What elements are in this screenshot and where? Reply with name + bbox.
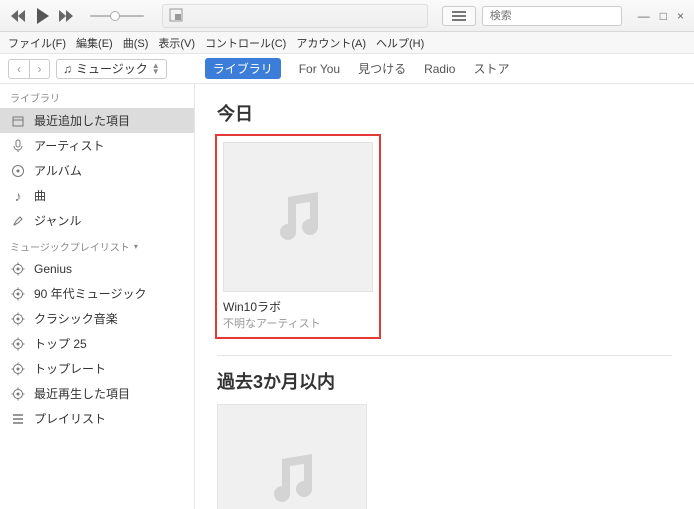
clock-icon — [10, 113, 26, 129]
close-button[interactable]: × — [677, 9, 684, 23]
sidebar-item[interactable]: ジャンル — [0, 208, 194, 233]
play-button[interactable] — [32, 6, 52, 26]
menu-song[interactable]: 曲(S) — [123, 35, 149, 51]
tab-store[interactable]: ストア — [473, 60, 509, 77]
sidebar-item[interactable]: ♪曲 — [0, 183, 194, 208]
gear-icon — [10, 286, 26, 302]
now-playing-display — [162, 4, 428, 28]
sidebar-item-label: 最近追加した項目 — [34, 112, 130, 129]
album-card[interactable]: Win10ラボ不明なアーティスト — [217, 136, 379, 337]
sidebar-item-label: 最近再生した項目 — [34, 385, 130, 402]
sidebar-item-label: アルバム — [34, 162, 82, 179]
chevron-updown-icon: ▲▼ — [152, 63, 160, 75]
gear-icon — [10, 386, 26, 402]
sidebar-item[interactable]: トップレート — [0, 356, 194, 381]
tab-radio[interactable]: Radio — [424, 62, 455, 76]
section-title: 今日 — [217, 100, 672, 126]
note-icon: ♪ — [10, 188, 26, 204]
sidebar-item-label: トップレート — [34, 360, 106, 377]
sidebar-item-label: トップ 25 — [34, 335, 87, 352]
gear-icon — [10, 361, 26, 377]
sidebar-item-label: ジャンル — [34, 212, 81, 229]
sidebar-item[interactable]: 90 年代ミュージック — [0, 281, 194, 306]
sub-nav: ‹ › ♫ ミュージック ▲▼ ライブラリ For You 見つける Radio… — [0, 54, 694, 84]
sidebar-item[interactable]: アーティスト — [0, 133, 194, 158]
sidebar-item[interactable]: クラシック音楽 — [0, 306, 194, 331]
search-input[interactable] — [482, 6, 622, 26]
sidebar: ライブラリ 最近追加した項目アーティストアルバム♪曲ジャンル ミュージックプレイ… — [0, 84, 195, 509]
menu-account[interactable]: アカウント(A) — [296, 35, 366, 51]
maximize-button[interactable]: □ — [660, 9, 667, 23]
menu-view[interactable]: 表示(V) — [158, 35, 195, 51]
mic-icon — [10, 138, 26, 154]
media-type-selector[interactable]: ♫ ミュージック ▲▼ — [56, 59, 167, 79]
prev-button[interactable] — [10, 8, 26, 24]
sidebar-section-library: ライブラリ — [0, 84, 194, 108]
nav-back-button[interactable]: ‹ — [9, 60, 29, 78]
list-view-button[interactable] — [442, 6, 476, 26]
album-title: Win10ラボ — [223, 298, 373, 315]
music-note-icon: ♫ — [63, 62, 72, 76]
gear-icon — [10, 311, 26, 327]
sidebar-item[interactable]: アルバム — [0, 158, 194, 183]
guitar-icon — [10, 213, 26, 229]
gear-icon — [10, 336, 26, 352]
sidebar-item[interactable]: トップ 25 — [0, 331, 194, 356]
sidebar-item-label: 曲 — [34, 187, 46, 204]
sidebar-item-label: Genius — [34, 262, 72, 276]
menu-bar: ファイル(F) 編集(E) 曲(S) 表示(V) コントロール(C) アカウント… — [0, 32, 694, 54]
sidebar-item[interactable]: Genius — [0, 257, 194, 281]
nav-forward-button[interactable]: › — [29, 60, 49, 78]
sidebar-section-playlists[interactable]: ミュージックプレイリスト ▾ — [0, 233, 194, 257]
album-card[interactable] — [217, 404, 367, 509]
sidebar-item-label: プレイリスト — [34, 410, 106, 427]
list-icon — [10, 411, 26, 427]
sidebar-item[interactable]: プレイリスト — [0, 406, 194, 431]
volume-slider[interactable] — [90, 15, 144, 17]
album-icon — [10, 163, 26, 179]
miniplayer-icon[interactable] — [169, 8, 183, 22]
album-art-placeholder — [217, 404, 367, 509]
menu-controls[interactable]: コントロール(C) — [205, 35, 286, 51]
album-art-placeholder — [223, 142, 373, 292]
menu-edit[interactable]: 編集(E) — [76, 35, 113, 51]
menu-file[interactable]: ファイル(F) — [8, 35, 66, 51]
minimize-button[interactable]: — — [638, 9, 650, 23]
tab-browse[interactable]: 見つける — [358, 60, 406, 77]
player-bar: — □ × — [0, 0, 694, 32]
sidebar-item[interactable]: 最近追加した項目 — [0, 108, 194, 133]
sidebar-item-label: 90 年代ミュージック — [34, 285, 146, 302]
album-artist: 不明なアーティスト — [223, 315, 373, 331]
next-button[interactable] — [58, 8, 74, 24]
sidebar-item-label: アーティスト — [34, 137, 105, 154]
menu-help[interactable]: ヘルプ(H) — [376, 35, 424, 51]
content-area: 今日 Win10ラボ不明なアーティスト過去3か月以内 — [195, 84, 694, 509]
tab-library[interactable]: ライブラリ — [205, 58, 281, 79]
tab-for-you[interactable]: For You — [299, 62, 340, 76]
section-title: 過去3か月以内 — [217, 368, 672, 394]
sidebar-item-label: クラシック音楽 — [34, 310, 118, 327]
chevron-down-icon: ▾ — [134, 242, 138, 251]
gear-icon — [10, 261, 26, 277]
media-type-label: ミュージック — [76, 60, 148, 77]
sidebar-item[interactable]: 最近再生した項目 — [0, 381, 194, 406]
